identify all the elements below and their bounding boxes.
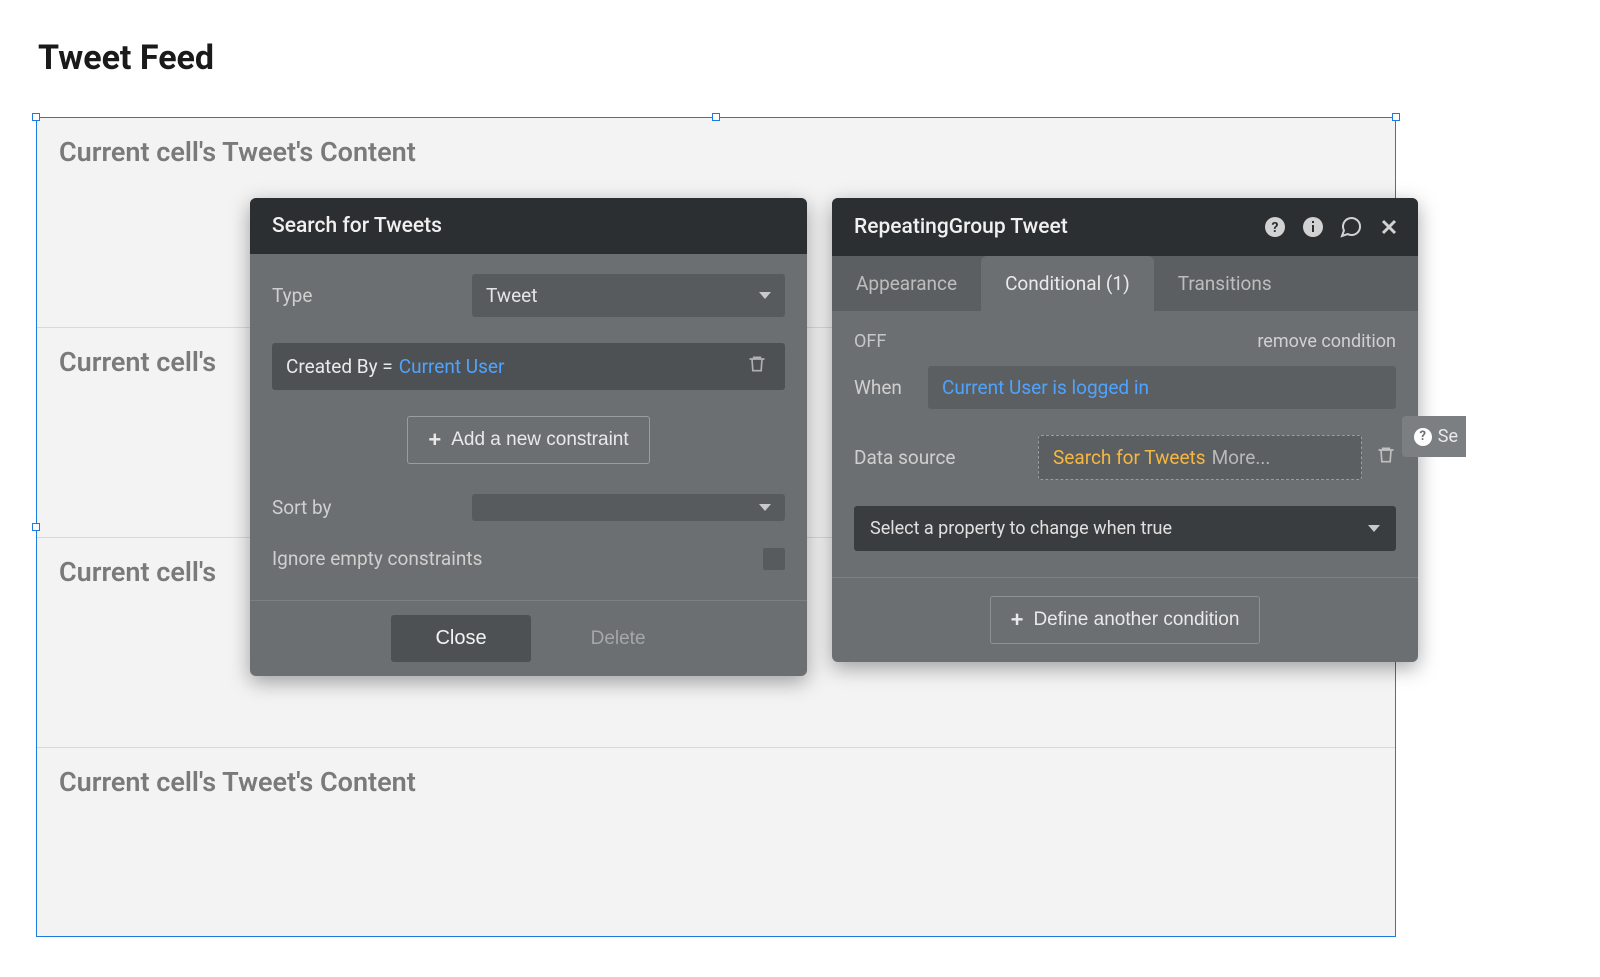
type-select-value: Tweet — [486, 284, 537, 307]
inspector-tabs: Appearance Conditional (1) Transitions — [832, 256, 1418, 311]
tab-appearance[interactable]: Appearance — [832, 256, 981, 311]
page-title: Tweet Feed — [38, 38, 214, 78]
sort-by-label: Sort by — [272, 496, 472, 519]
sort-by-select[interactable] — [472, 494, 785, 521]
define-another-condition-button[interactable]: + Define another condition — [990, 596, 1261, 644]
data-source-expression[interactable]: Search for Tweets More... — [1038, 435, 1362, 480]
define-condition-row: + Define another condition — [832, 577, 1418, 662]
type-label: Type — [272, 284, 472, 307]
remove-condition-link[interactable]: remove condition — [1257, 331, 1396, 352]
when-expression[interactable]: Current User is logged in — [928, 366, 1396, 409]
plus-icon: + — [1011, 609, 1024, 631]
chevron-down-icon — [759, 504, 771, 511]
search-dialog-title: Search for Tweets — [272, 214, 442, 238]
repeating-group-row[interactable]: Current cell's Tweet's Content — [37, 748, 1395, 958]
ignore-empty-label: Ignore empty constraints — [272, 547, 482, 570]
type-row: Type Tweet — [272, 274, 785, 317]
inspector-body: OFF remove condition When Current User i… — [832, 311, 1418, 577]
constraint-row[interactable]: Created By = Current User — [272, 343, 785, 390]
delete-constraint-icon[interactable] — [743, 353, 771, 380]
condition-off-label[interactable]: OFF — [854, 331, 886, 352]
define-another-label: Define another condition — [1033, 609, 1239, 631]
constraint-field: Created By = — [286, 355, 393, 378]
element-inspector[interactable]: RepeatingGroup Tweet ? Appearance Condit… — [832, 198, 1418, 662]
comment-icon[interactable] — [1338, 214, 1364, 240]
inspector-header-icons: ? — [1262, 214, 1402, 240]
type-select[interactable]: Tweet — [472, 274, 785, 317]
cell-content-text[interactable]: Current cell's Tweet's Content — [59, 766, 1373, 798]
search-dialog[interactable]: Search for Tweets Type Tweet Created By … — [250, 198, 807, 676]
side-help-tab[interactable]: ? Se — [1402, 416, 1466, 457]
constraint-value[interactable]: Current User — [399, 355, 505, 378]
inspector-header[interactable]: RepeatingGroup Tweet ? — [832, 198, 1418, 256]
tab-transitions[interactable]: Transitions — [1154, 256, 1296, 311]
when-expression-text: Current User is logged in — [942, 376, 1149, 399]
delete-property-icon[interactable] — [1376, 444, 1396, 471]
search-dialog-footer: Close Delete — [250, 600, 807, 676]
search-dialog-header[interactable]: Search for Tweets — [250, 198, 807, 254]
help-badge-icon: ? — [1414, 428, 1432, 446]
close-button[interactable]: Close — [391, 615, 530, 662]
when-label: When — [854, 376, 914, 399]
search-dialog-body: Type Tweet Created By = Current User + A… — [250, 254, 807, 600]
chevron-down-icon — [1368, 525, 1380, 532]
side-help-text: Se — [1438, 426, 1458, 447]
chevron-down-icon — [759, 292, 771, 299]
add-constraint-button[interactable]: + Add a new constraint — [407, 416, 649, 464]
tab-conditional[interactable]: Conditional (1) — [981, 256, 1154, 311]
data-source-expression-text: Search for Tweets — [1053, 446, 1206, 469]
ignore-empty-checkbox[interactable] — [763, 548, 785, 570]
inspector-title: RepeatingGroup Tweet — [854, 215, 1068, 239]
sort-by-row: Sort by — [272, 494, 785, 521]
delete-button[interactable]: Delete — [571, 616, 666, 662]
help-icon[interactable]: ? — [1262, 214, 1288, 240]
svg-text:?: ? — [1272, 220, 1279, 236]
property-select[interactable]: Select a property to change when true — [854, 506, 1396, 551]
property-select-placeholder: Select a property to change when true — [870, 518, 1172, 539]
close-icon[interactable] — [1376, 214, 1402, 240]
add-constraint-label: Add a new constraint — [451, 429, 628, 451]
ignore-empty-row: Ignore empty constraints — [272, 547, 785, 570]
condition-top-row: OFF remove condition — [854, 331, 1396, 352]
data-source-label: Data source — [854, 446, 1024, 469]
info-icon[interactable] — [1300, 214, 1326, 240]
cell-content-text[interactable]: Current cell's Tweet's Content — [59, 136, 1373, 168]
plus-icon: + — [428, 429, 441, 451]
data-source-more[interactable]: More... — [1212, 446, 1271, 469]
